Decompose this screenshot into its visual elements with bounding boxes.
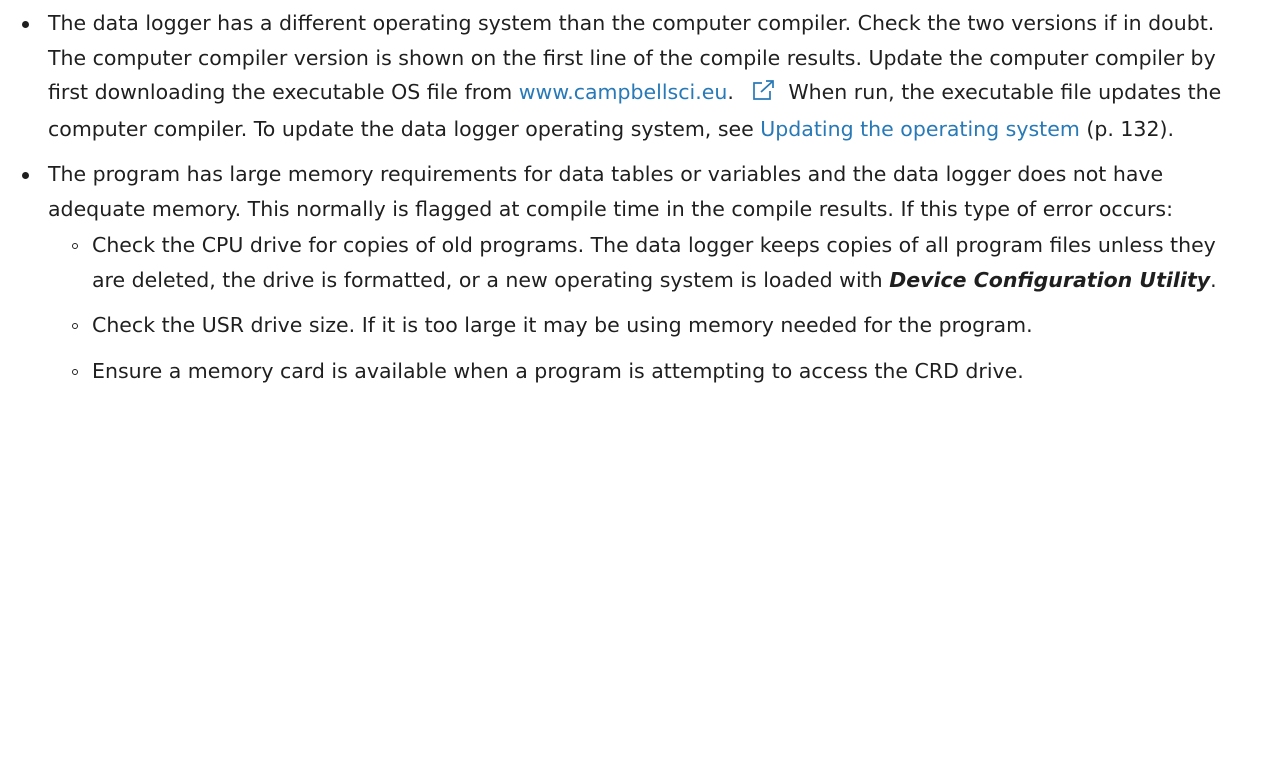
circle-bullet-icon <box>72 368 78 375</box>
list-item-os-mismatch: The data logger has a different operatin… <box>22 6 1243 146</box>
sublist-item-cpu-drive: Check the CPU drive for copies of old pr… <box>48 228 1243 297</box>
sublist-item-memory-card: Ensure a memory card is available when a… <box>48 354 1243 389</box>
circle-bullet-icon <box>72 323 78 329</box>
list-item-memory: The program has large memory requirement… <box>22 157 1243 388</box>
external-link-icon[interactable] <box>752 77 776 112</box>
memory-text: The program has large memory requirement… <box>48 162 1173 221</box>
link-period: . <box>727 80 734 104</box>
troubleshooting-list: The data logger has a different operatin… <box>22 6 1243 388</box>
device-config-utility-name: Device Configuration Utility <box>889 267 1211 292</box>
page-reference: (p. 132). <box>1079 116 1175 141</box>
bullet-icon <box>22 21 29 28</box>
document-page: The data logger has a different operatin… <box>0 0 1283 758</box>
updating-os-link[interactable]: Updating the operating system <box>760 117 1080 141</box>
campbellsci-link[interactable]: www.campbellsci.eu <box>519 80 728 104</box>
cpu-drive-period: . <box>1210 267 1217 292</box>
bullet-icon <box>22 172 29 179</box>
circle-bullet-icon <box>72 243 78 249</box>
sublist-item-usr-drive: Check the USR drive size. If it is too l… <box>48 308 1243 343</box>
memory-card-text: Ensure a memory card is available when a… <box>92 358 1024 383</box>
usr-drive-text: Check the USR drive size. If it is too l… <box>92 313 1033 337</box>
memory-sublist: Check the CPU drive for copies of old pr… <box>48 228 1243 388</box>
